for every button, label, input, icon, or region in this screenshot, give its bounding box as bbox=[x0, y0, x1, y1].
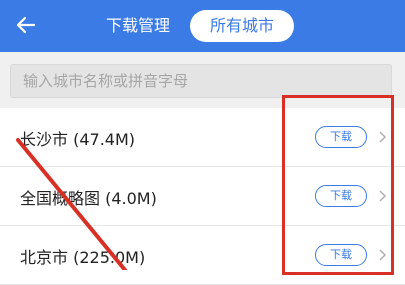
city-name: 长沙市 (47.4M) bbox=[20, 130, 136, 149]
list-item[interactable]: 北京市 (225.0M) 下载 bbox=[0, 226, 405, 285]
city-name: 北京市 (225.0M) bbox=[20, 248, 146, 267]
arrow-left-icon[interactable] bbox=[10, 10, 40, 40]
download-button[interactable]: 下载 bbox=[315, 126, 367, 148]
chevron-right-icon bbox=[379, 131, 387, 143]
top-bar: 下载管理 所有城市 bbox=[0, 0, 405, 52]
city-list: 长沙市 (47.4M) 下载 全国概略图 (4.0M) 下载 北京市 (225.… bbox=[0, 108, 405, 285]
download-button[interactable]: 下载 bbox=[315, 185, 367, 207]
search-input[interactable]: 输入城市名称或拼音字母 bbox=[10, 64, 392, 98]
tab-bar: 下载管理 所有城市 bbox=[96, 10, 295, 42]
list-item[interactable]: 全国概略图 (4.0M) 下载 bbox=[0, 167, 405, 226]
tab-download-manage[interactable]: 下载管理 bbox=[96, 11, 182, 41]
list-item[interactable]: 长沙市 (47.4M) 下载 bbox=[0, 108, 405, 167]
chevron-right-icon bbox=[379, 190, 387, 202]
tab-all-cities[interactable]: 所有城市 bbox=[190, 10, 295, 42]
download-button[interactable]: 下载 bbox=[315, 244, 367, 266]
search-area: 输入城市名称或拼音字母 bbox=[0, 52, 405, 108]
chevron-right-icon bbox=[379, 249, 387, 261]
city-name: 全国概略图 (4.0M) bbox=[20, 189, 157, 208]
